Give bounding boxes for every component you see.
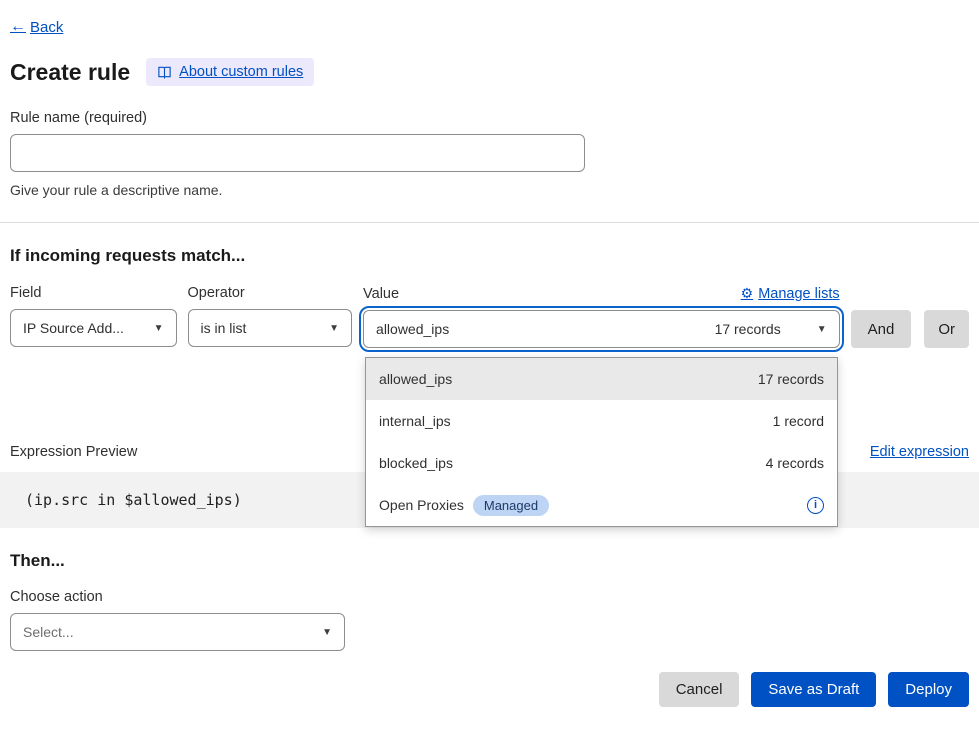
value-dropdown-menu: allowed_ips 17 records internal_ips 1 re… [365,357,838,527]
value-label: Value [363,286,399,302]
info-icon[interactable]: i [807,497,824,514]
list-option-meta: 1 record [773,413,824,429]
field-select-value: IP Source Add... [23,320,124,336]
about-custom-rules-chip[interactable]: About custom rules [146,58,314,86]
match-section-heading: If incoming requests match... [10,246,969,266]
expression-preview-label: Expression Preview [10,444,137,460]
action-select-placeholder: Select... [23,624,74,640]
create-rule-page: ←Back Create rule About custom rules Rul… [0,0,979,707]
operator-label: Operator [188,285,353,301]
list-option-name: allowed_ips [379,371,452,387]
field-label: Field [10,285,177,301]
back-label: Back [30,19,63,36]
list-option-internal-ips[interactable]: internal_ips 1 record [366,400,837,442]
value-select-right: 17 records ▼ [715,321,827,337]
deploy-button[interactable]: Deploy [888,672,969,707]
list-option-left: Open Proxies Managed [379,495,549,516]
value-column: Value ⚙Manage lists allowed_ips 17 recor… [363,285,840,348]
list-option-name: internal_ips [379,413,451,429]
chevron-down-icon: ▼ [154,323,164,334]
field-column: Field IP Source Add... ▼ [10,285,177,347]
action-select[interactable]: Select... ▼ [10,613,345,651]
save-as-draft-button[interactable]: Save as Draft [751,672,876,707]
book-icon [157,65,172,80]
list-option-meta: 4 records [766,455,824,471]
footer-actions: Cancel Save as Draft Deploy [10,672,969,707]
rule-name-help-text: Give your rule a descriptive name. [10,182,969,198]
rule-name-input[interactable] [10,134,585,172]
back-link[interactable]: ←Back [10,18,63,36]
section-divider [0,222,979,223]
manage-lists-label: Manage lists [758,286,839,302]
value-select[interactable]: allowed_ips 17 records ▼ [363,310,840,348]
list-option-blocked-ips[interactable]: blocked_ips 4 records [366,442,837,484]
list-option-open-proxies[interactable]: Open Proxies Managed i [366,484,837,526]
about-custom-rules-link[interactable]: About custom rules [179,64,303,80]
chevron-down-icon: ▼ [329,323,339,334]
operator-column: Operator is in list ▼ [188,285,353,347]
managed-badge: Managed [473,495,549,516]
list-option-name: blocked_ips [379,455,453,471]
choose-action-label: Choose action [10,589,969,605]
chevron-down-icon: ▼ [817,324,827,335]
page-title: Create rule [10,59,130,86]
then-section-heading: Then... [10,551,969,571]
value-select-meta: 17 records [715,321,781,337]
edit-expression-link[interactable]: Edit expression [870,444,969,460]
and-button[interactable]: And [851,310,912,348]
list-option-allowed-ips[interactable]: allowed_ips 17 records [366,358,837,400]
chevron-down-icon: ▼ [322,627,332,638]
field-select[interactable]: IP Source Add... ▼ [10,309,177,347]
manage-lists-link[interactable]: ⚙Manage lists [741,285,840,302]
match-condition-row: Field IP Source Add... ▼ Operator is in … [10,285,969,348]
or-button[interactable]: Or [924,310,969,348]
value-select-name: allowed_ips [376,321,449,337]
value-label-row: Value ⚙Manage lists [363,285,840,302]
operator-select-value: is in list [201,320,247,336]
rule-name-label: Rule name (required) [10,110,969,126]
list-option-meta: 17 records [758,371,824,387]
list-option-name: Open Proxies [379,497,464,513]
operator-select[interactable]: is in list ▼ [188,309,353,347]
gear-icon: ⚙ [741,285,754,302]
cancel-button[interactable]: Cancel [659,672,740,707]
back-arrow-icon: ← [10,18,26,36]
title-row: Create rule About custom rules [10,58,969,86]
